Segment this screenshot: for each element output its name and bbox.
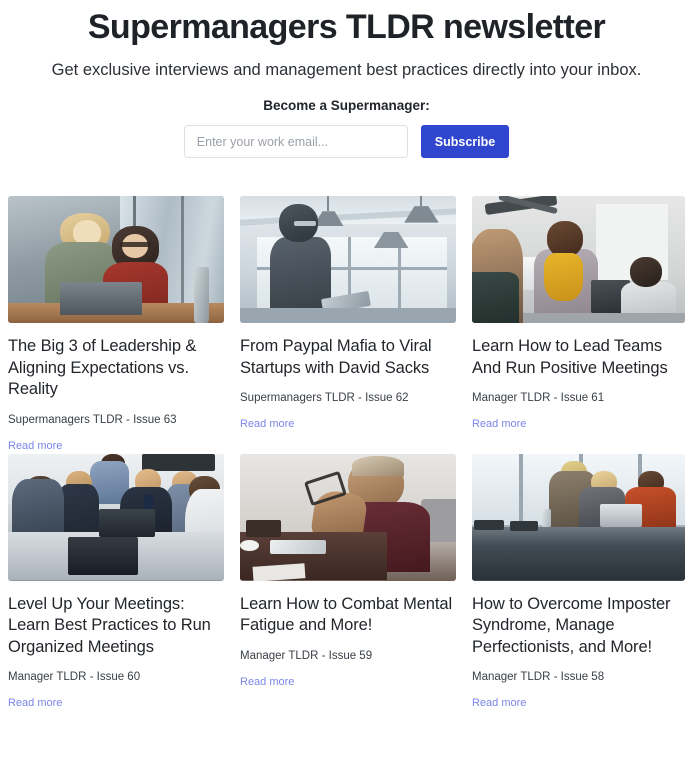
tired-man-image [240, 453, 456, 581]
subscribe-button[interactable]: Subscribe [420, 125, 510, 158]
article-card[interactable]: From Paypal Mafia to Viral Startups with… [232, 196, 464, 454]
man-with-tablet-image [240, 196, 456, 323]
signup-prompt: Become a Supermanager: [263, 98, 430, 113]
article-meta: Supermanagers TLDR - Issue 63 [8, 413, 177, 426]
page-subtitle: Get exclusive interviews and management … [51, 61, 642, 79]
article-title[interactable]: Level Up Your Meetings: Learn Best Pract… [8, 581, 224, 659]
read-more-link[interactable]: Read more [472, 406, 526, 431]
newsletter-page: Supermanagers TLDR newsletter Get exclus… [0, 0, 693, 761]
article-meta: Supermanagers TLDR - Issue 62 [240, 392, 409, 404]
article-thumbnail[interactable] [240, 196, 456, 323]
article-meta: Manager TLDR - Issue 58 [472, 671, 605, 683]
article-card[interactable]: The Big 3 of Leadership & Aligning Expec… [0, 196, 232, 454]
article-thumbnail[interactable] [8, 453, 224, 581]
article-title[interactable]: How to Overcome Imposter Syndrome, Manag… [472, 581, 685, 659]
email-field[interactable] [183, 125, 408, 158]
signup-form: Subscribe [10, 125, 683, 158]
article-card[interactable]: How to Overcome Imposter Syndrome, Manag… [464, 453, 693, 712]
team-meeting-image [8, 453, 224, 581]
article-thumbnail[interactable] [472, 453, 685, 581]
article-card[interactable]: Level Up Your Meetings: Learn Best Pract… [0, 453, 232, 712]
conference-table-image [472, 453, 685, 581]
article-title[interactable]: From Paypal Mafia to Viral Startups with… [240, 323, 456, 379]
read-more-link[interactable]: Read more [8, 428, 62, 453]
page-title: Supermanagers TLDR newsletter [87, 8, 606, 46]
article-thumbnail[interactable] [240, 453, 456, 581]
article-meta: Manager TLDR - Issue 59 [240, 649, 373, 662]
read-more-link[interactable]: Read more [240, 406, 294, 431]
hero-section: Supermanagers TLDR newsletter Get exclus… [0, 0, 693, 158]
woman-leading-meeting-image [472, 196, 685, 323]
article-meta: Manager TLDR - Issue 61 [472, 392, 605, 404]
article-title[interactable]: Learn How to Lead Teams And Run Positive… [472, 323, 685, 379]
article-meta: Manager TLDR - Issue 60 [8, 671, 141, 683]
read-more-link[interactable]: Read more [472, 685, 526, 710]
two-women-at-laptop-image [8, 196, 224, 323]
read-more-link[interactable]: Read more [240, 664, 294, 689]
article-thumbnail[interactable] [8, 196, 224, 323]
article-thumbnail[interactable] [472, 196, 685, 323]
article-card[interactable]: Learn How to Combat Mental Fatigue and M… [232, 453, 464, 712]
article-title[interactable]: The Big 3 of Leadership & Aligning Expec… [8, 323, 224, 401]
article-title[interactable]: Learn How to Combat Mental Fatigue and M… [240, 581, 456, 637]
article-grid: The Big 3 of Leadership & Aligning Expec… [0, 196, 693, 711]
article-card[interactable]: Learn How to Lead Teams And Run Positive… [464, 196, 693, 454]
read-more-link[interactable]: Read more [8, 685, 62, 710]
